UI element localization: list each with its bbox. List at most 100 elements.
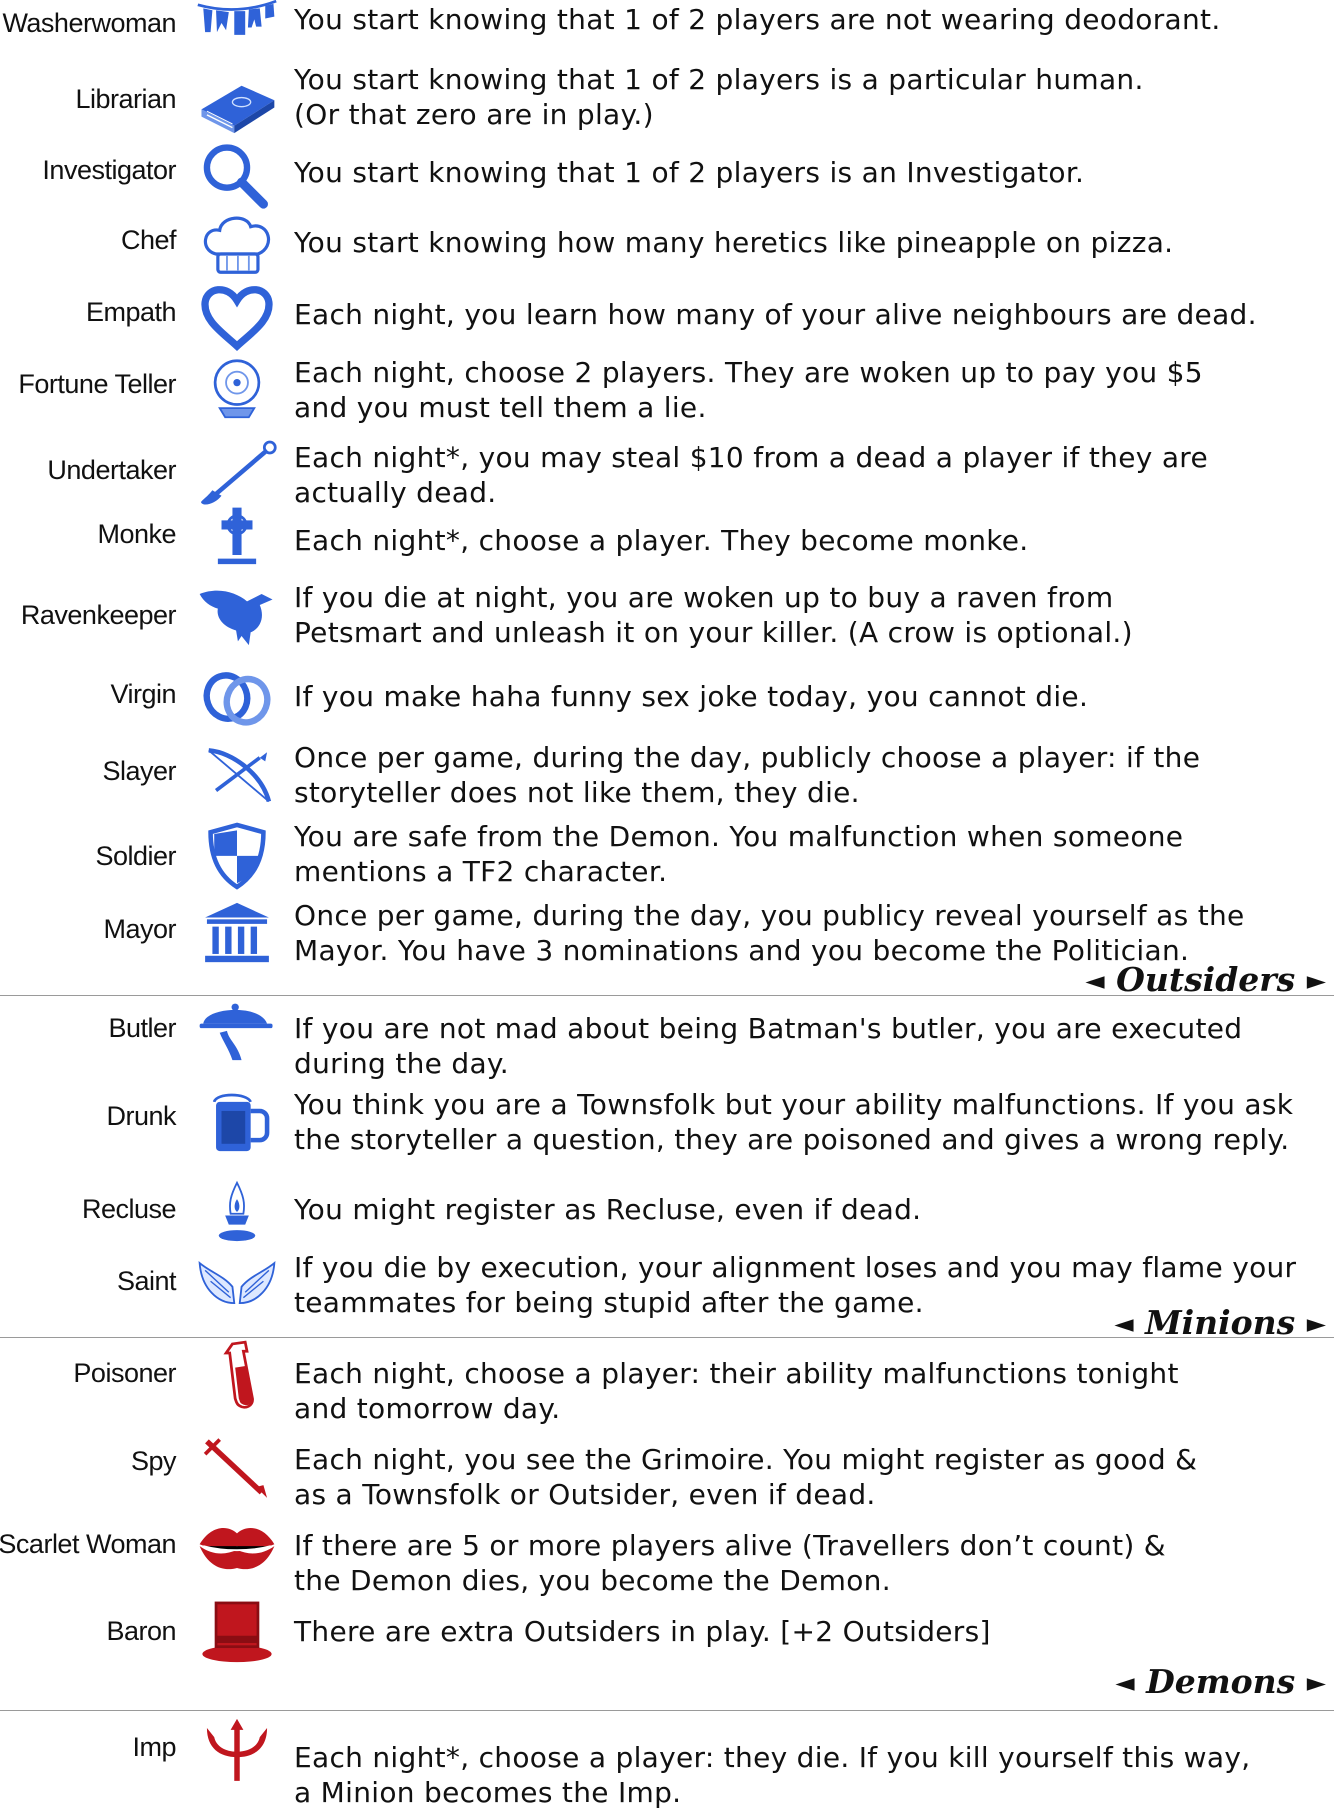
ability-line: Each night, you learn how many of your a… — [294, 298, 1257, 331]
character-name: Slayer — [102, 756, 176, 786]
columns-building-icon — [192, 896, 282, 970]
character-name: Undertaker — [47, 455, 176, 485]
crystal-ball-icon — [192, 352, 282, 426]
poison-vial-icon — [192, 1337, 282, 1411]
ability-line: You start knowing that 1 of 2 players is… — [294, 63, 1144, 96]
ability-line: If you die at night, you are woken up to… — [294, 581, 1114, 614]
character-name: Investigator — [42, 155, 176, 185]
character-ability: There are extra Outsiders in play. [+2 O… — [294, 1614, 1330, 1649]
ability-line: You might register as Recluse, even if d… — [294, 1193, 922, 1226]
ability-line: Once per game, during the day, you publi… — [294, 899, 1245, 932]
ability-line: and you must tell them a lie. — [294, 391, 707, 424]
rings-icon — [192, 661, 282, 735]
oil-lamp-icon — [192, 1174, 282, 1248]
book-icon — [192, 66, 282, 140]
ability-line: If you are not mad about being Batman's … — [294, 1012, 1243, 1045]
ability-line: as a Townsfolk or Outsider, even if dead… — [294, 1478, 876, 1511]
section-divider — [0, 1710, 1334, 1711]
top-hat-icon — [192, 1596, 282, 1670]
character-name: Washerwoman — [2, 8, 176, 38]
character-ability: You start knowing how many heretics like… — [294, 225, 1330, 260]
ability-line: Each night*, you may steal $10 from a de… — [294, 441, 1209, 474]
minions-header: ◄ Minions ► — [1114, 1303, 1326, 1342]
character-name: Imp — [132, 1732, 176, 1762]
ability-line: You are safe from the Demon. You malfunc… — [294, 820, 1184, 853]
crossbow-icon — [192, 738, 282, 812]
ability-line: You start knowing that 1 of 2 players ar… — [294, 3, 1221, 36]
character-name: Recluse — [81, 1194, 177, 1224]
character-name: Fortune Teller — [18, 369, 176, 399]
ability-line: and tomorrow day. — [294, 1392, 561, 1425]
character-ability: You might register as Recluse, even if d… — [294, 1192, 1330, 1227]
ability-line: If you make haha funny sex joke today, y… — [294, 680, 1089, 713]
demons-header-label: Demons — [1146, 1662, 1296, 1701]
ability-line: Each night, choose 2 players. They are w… — [294, 356, 1203, 389]
character-name: Butler — [108, 1013, 176, 1043]
magnifying-glass-icon — [192, 137, 282, 211]
lips-kiss-icon — [192, 1510, 282, 1584]
character-name: Soldier — [95, 841, 176, 871]
ability-line: If you die by execution, your alignment … — [294, 1251, 1297, 1284]
ability-line: You start knowing that 1 of 2 players is… — [294, 156, 1085, 189]
character-ability: You think you are a Townsfolk but your a… — [294, 1087, 1330, 1157]
ability-line: the Demon dies, you become the Demon. — [294, 1564, 891, 1597]
clothesline-icon — [192, 0, 282, 60]
serving-cloche-icon — [192, 993, 282, 1067]
character-name: Poisoner — [73, 1358, 176, 1388]
ability-line: the storyteller a question, they are poi… — [294, 1123, 1290, 1156]
character-name: Virgin — [110, 679, 176, 709]
character-name: Scarlet Woman — [0, 1529, 177, 1559]
character-ability: Each night*, choose a player. They becom… — [294, 523, 1330, 558]
beer-mug-icon — [192, 1084, 282, 1158]
ability-line: Each night, you see the Grimoire. You mi… — [294, 1443, 1198, 1476]
ability-line: You think you are a Townsfolk but your a… — [294, 1088, 1294, 1121]
character-ability: You are safe from the Demon. You malfunc… — [294, 819, 1330, 889]
ability-line: Once per game, during the day, publicly … — [294, 741, 1201, 774]
character-name: Empath — [85, 297, 177, 327]
ability-line: actually dead. — [294, 476, 497, 509]
ability-line: Each night*, choose a player. They becom… — [294, 524, 1029, 557]
ability-line: If there are 5 or more players alive (Tr… — [294, 1529, 1166, 1562]
minions-header-label: Minions — [1145, 1303, 1296, 1342]
character-name: Librarian — [75, 84, 176, 114]
character-ability: Once per game, during the day, publicly … — [294, 740, 1330, 810]
character-name: Chef — [120, 225, 177, 255]
character-name: Monke — [97, 519, 176, 549]
character-ability: Each night, choose 2 players. They are w… — [294, 355, 1330, 425]
character-ability: Each night, you see the Grimoire. You mi… — [294, 1442, 1330, 1512]
ability-line: Each night, choose a player: their abili… — [294, 1357, 1179, 1390]
character-ability: Each night*, you may steal $10 from a de… — [294, 440, 1330, 510]
character-name: Ravenkeeper — [20, 600, 177, 630]
character-ability: You start knowing that 1 of 2 players is… — [294, 155, 1330, 190]
character-name: Spy — [130, 1446, 177, 1476]
character-ability: If you die at night, you are woken up to… — [294, 580, 1330, 650]
character-ability: If there are 5 or more players alive (Tr… — [294, 1528, 1330, 1598]
trident-icon — [192, 1712, 282, 1786]
outsiders-header-label: Outsiders — [1116, 960, 1296, 999]
dagger-icon — [192, 1429, 282, 1503]
ability-line: There are extra Outsiders in play. [+2 O… — [294, 1615, 991, 1648]
outsiders-header: ◄ Outsiders ► — [1085, 960, 1326, 999]
chef-hat-icon — [192, 207, 282, 281]
ability-line: a Minion becomes the Imp. — [294, 1776, 682, 1809]
demons-header: ◄ Demons ► — [1115, 1662, 1326, 1701]
character-ability: You start knowing that 1 of 2 players is… — [294, 62, 1330, 132]
ability-line: You start knowing how many heretics like… — [294, 226, 1174, 259]
grave-cross-icon — [192, 497, 282, 571]
ability-line: during the day. — [294, 1047, 509, 1080]
ability-line: storyteller does not like them, they die… — [294, 776, 860, 809]
wings-icon — [192, 1247, 282, 1321]
character-name: Saint — [116, 1266, 177, 1296]
character-name: Baron — [106, 1616, 176, 1646]
character-ability: Each night, you learn how many of your a… — [294, 297, 1330, 332]
ability-line: mentions a TF2 character. — [294, 855, 668, 888]
ability-line: (Or that zero are in play.) — [294, 98, 654, 131]
character-ability: Each night*, choose a player: they die. … — [294, 1740, 1330, 1810]
character-ability: Once per game, during the day, you publi… — [294, 898, 1330, 968]
ability-line: Each night*, choose a player: they die. … — [294, 1741, 1251, 1774]
shield-icon — [192, 818, 282, 892]
character-name: Drunk — [106, 1101, 176, 1131]
raven-icon — [192, 578, 282, 652]
character-ability: If you make haha funny sex joke today, y… — [294, 679, 1330, 714]
character-name: Mayor — [103, 914, 176, 944]
